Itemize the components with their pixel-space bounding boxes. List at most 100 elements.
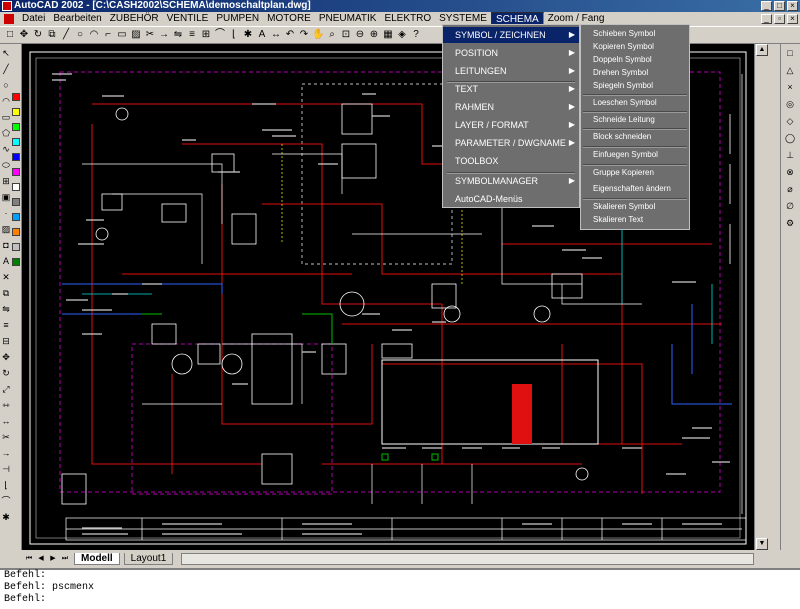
scale-object-icon[interactable]: ⤢ [1, 384, 11, 395]
draw-line-icon[interactable]: ╱ [1, 64, 11, 75]
line-icon[interactable]: ╱ [60, 29, 72, 41]
osnap-node-icon[interactable]: ⊗ [785, 167, 795, 178]
color-orange-swatch[interactable] [12, 228, 20, 236]
submenu-gruppe-kopieren[interactable]: Gruppe Kopieren [581, 166, 689, 179]
submenu-loeschen-symbol[interactable]: Loeschen Symbol [581, 96, 689, 109]
extend-icon[interactable]: → [158, 29, 170, 41]
color-yellow-swatch[interactable] [12, 108, 20, 116]
draw-polygon-icon[interactable]: ⬠ [1, 128, 11, 139]
horizontal-scrollbar[interactable] [181, 553, 754, 565]
copy-icon[interactable]: ⧉ [46, 29, 58, 41]
color-white-swatch[interactable] [12, 183, 20, 191]
pan-icon[interactable]: ✋ [312, 29, 324, 41]
copy-object-icon[interactable]: ⧉ [1, 288, 11, 299]
zoom-window-icon[interactable]: ⊡ [340, 29, 352, 41]
minimize-button[interactable]: _ [761, 1, 772, 11]
lengthen-icon[interactable]: ↔ [1, 416, 11, 427]
insert-block-icon[interactable]: ⊞ [1, 176, 11, 187]
chamfer-icon[interactable]: ⌊ [228, 29, 240, 41]
region-icon[interactable]: ◘ [1, 240, 11, 251]
menu-elektro[interactable]: ELEKTRO [380, 12, 435, 26]
move-icon[interactable]: ✥ [18, 29, 30, 41]
color-red-swatch[interactable] [12, 93, 20, 101]
offset-object-icon[interactable]: ≡ [1, 320, 11, 331]
redo-icon[interactable]: ↷ [298, 29, 310, 41]
menu-item-leitungen[interactable]: LEITUNGEN ▶ [443, 63, 579, 79]
new-icon[interactable]: □ [4, 29, 16, 41]
document-icon[interactable] [4, 14, 14, 24]
osnap-intersection-icon[interactable]: × [785, 82, 795, 93]
properties-icon[interactable]: ▦ [382, 29, 394, 41]
menu-item-parameter-dwgname[interactable]: PARAMETER / DWGNAME ▶ [443, 135, 579, 151]
submenu-skalieren-symbol[interactable]: Skalieren Symbol [581, 200, 689, 213]
menu-item-text[interactable]: TEXT ▶ [443, 81, 579, 97]
menu-item-position[interactable]: POSITION ▶ [443, 45, 579, 61]
close-button[interactable]: × [787, 1, 798, 11]
tab-layout1[interactable]: Layout1 [123, 553, 174, 565]
color-magenta-swatch[interactable] [12, 168, 20, 176]
make-block-icon[interactable]: ▣ [1, 192, 11, 203]
tab-first-icon[interactable]: ⏮ [24, 554, 34, 564]
tab-last-icon[interactable]: ⏭ [60, 554, 70, 564]
undo-icon[interactable]: ↶ [284, 29, 296, 41]
submenu-block-schneiden[interactable]: Block schneiden [581, 130, 689, 143]
mirror-icon[interactable]: ⇋ [172, 29, 184, 41]
fillet-icon[interactable]: ⌒ [214, 29, 226, 41]
menu-item-autocad-menues[interactable]: AutoCAD-Menüs [443, 191, 579, 207]
color-cyan-swatch[interactable] [12, 138, 20, 146]
menu-bearbeiten[interactable]: Bearbeiten [49, 12, 105, 26]
draw-rect-icon[interactable]: ▭ [1, 112, 11, 123]
maximize-button[interactable]: □ [774, 1, 785, 11]
draw-ellipse-icon[interactable]: ⬭ [1, 160, 11, 171]
submenu-kopieren-symbol[interactable]: Kopieren Symbol [581, 40, 689, 53]
osnap-perpendicular-icon[interactable]: ⊥ [785, 150, 795, 161]
zoom-previous-icon[interactable]: ⊖ [354, 29, 366, 41]
help-icon[interactable]: ? [410, 29, 422, 41]
menu-datei[interactable]: Datei [18, 12, 49, 26]
menu-item-toolbox[interactable]: TOOLBOX [443, 153, 579, 169]
color-green-swatch[interactable] [12, 123, 20, 131]
submenu-doppeln-symbol[interactable]: Doppeln Symbol [581, 53, 689, 66]
offset-icon[interactable]: ≡ [186, 29, 198, 41]
submenu-eigenschaften-aendern[interactable]: Eigenschaften ändern [581, 182, 689, 195]
explode-object-icon[interactable]: ✱ [1, 512, 11, 523]
menu-pumpen[interactable]: PUMPEN [212, 12, 263, 26]
command-prompt[interactable]: Befehl: [4, 594, 800, 606]
menu-item-layer-format[interactable]: LAYER / FORMAT ▶ [443, 117, 579, 133]
explode-icon[interactable]: ✱ [242, 29, 254, 41]
menu-zubehoer[interactable]: ZUBEHÖR [106, 12, 163, 26]
osnap-tangent-icon[interactable]: ◯ [785, 133, 795, 144]
rotate-object-icon[interactable]: ↻ [1, 368, 11, 379]
hatch-icon[interactable]: ▨ [130, 29, 142, 41]
color-lightblue-swatch[interactable] [12, 213, 20, 221]
array-icon[interactable]: ⊞ [200, 29, 212, 41]
tab-prev-icon[interactable]: ◀ [36, 554, 46, 564]
stretch-icon[interactable]: ⇿ [1, 400, 11, 411]
fillet-object-icon[interactable]: ⌒ [1, 496, 11, 507]
osnap-endpoint-icon[interactable]: □ [785, 48, 795, 59]
zoom-realtime-icon[interactable]: ⌕ [326, 29, 338, 41]
osnap-nearest-icon[interactable]: ⌀ [785, 184, 795, 195]
dimension-icon[interactable]: ↔ [270, 29, 282, 41]
scroll-up-button[interactable]: ▲ [756, 44, 768, 56]
point-icon[interactable]: · [1, 208, 11, 219]
osnap-midpoint-icon[interactable]: △ [785, 65, 795, 76]
rectangle-icon[interactable]: ▭ [116, 29, 128, 41]
color-blue-swatch[interactable] [12, 153, 20, 161]
menu-ventile[interactable]: VENTILE [163, 12, 213, 26]
zoom-extents-icon[interactable]: ⊕ [368, 29, 380, 41]
array-object-icon[interactable]: ⊟ [1, 336, 11, 347]
break-icon[interactable]: ⊣ [1, 464, 11, 475]
doc-restore-button[interactable]: ▫ [774, 14, 785, 24]
draw-spline-icon[interactable]: ∿ [1, 144, 11, 155]
autocad-app-icon[interactable] [2, 1, 12, 11]
scroll-down-button[interactable]: ▼ [756, 538, 768, 550]
polyline-icon[interactable]: ⌐ [102, 29, 114, 41]
layer-icon[interactable]: ◈ [396, 29, 408, 41]
draw-circle-icon[interactable]: ○ [1, 80, 11, 91]
extend-object-icon[interactable]: → [1, 448, 11, 459]
submenu-skalieren-text[interactable]: Skalieren Text [581, 213, 689, 226]
menu-pneumatik[interactable]: PNEUMATIK [315, 12, 381, 26]
arc-icon[interactable]: ◠ [88, 29, 100, 41]
osnap-none-icon[interactable]: ∅ [785, 201, 795, 212]
